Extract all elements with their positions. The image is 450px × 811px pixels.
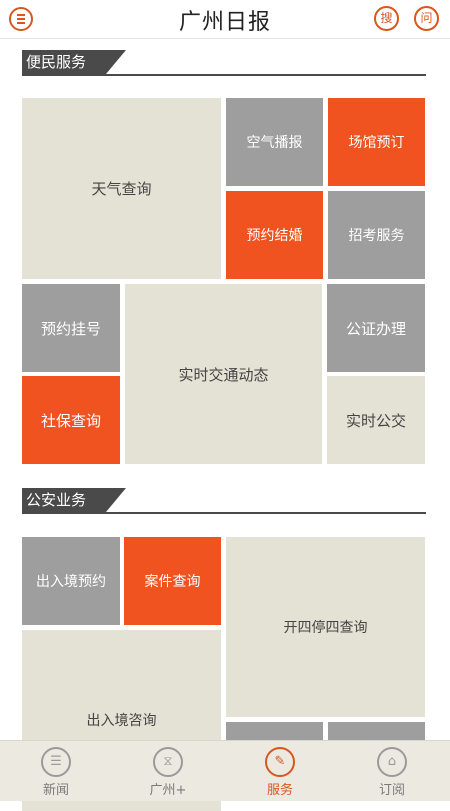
- tile-weather-query[interactable]: 天气查询: [22, 98, 221, 279]
- tile-realtime-bus[interactable]: 实时公交: [327, 376, 425, 464]
- tile-notary[interactable]: 公证办理: [327, 284, 425, 372]
- tile-venue-booking[interactable]: 场馆预订: [328, 98, 425, 186]
- section-title: 便民服务: [26, 53, 87, 71]
- news-icon: ☰: [41, 747, 71, 777]
- tile-marriage-booking[interactable]: 预约结婚: [226, 191, 323, 279]
- search-button[interactable]: 搜: [374, 6, 399, 31]
- nav-label: 新闻: [42, 783, 69, 798]
- service-icon: ✎: [265, 747, 295, 777]
- nav-item-subscribe[interactable]: ⌂ 订阅: [336, 741, 448, 801]
- nav-label: 服务: [266, 783, 293, 798]
- bottom-nav: ☰ 新闻 ⧖ 广州+ ✎ 服务 ⌂ 订阅: [0, 740, 450, 801]
- top-header: 广州日报 搜 问: [0, 0, 450, 39]
- tile-traffic-status[interactable]: 实时交通动态: [125, 284, 322, 464]
- nav-item-news[interactable]: ☰ 新闻: [0, 741, 112, 801]
- tile-kaisi-tingsi-query[interactable]: 开四停四查询: [226, 537, 425, 717]
- divider: [22, 74, 426, 76]
- ask-button[interactable]: 问: [414, 6, 439, 31]
- guangzhou-plus-icon: ⧖: [153, 747, 183, 777]
- section-title: 公安业务: [26, 491, 87, 509]
- tile-hospital-registration[interactable]: 预约挂号: [22, 284, 120, 372]
- tile-social-security[interactable]: 社保查询: [22, 376, 120, 464]
- section-heading-convenience: 便民服务: [22, 50, 426, 76]
- tile-case-query[interactable]: 案件查询: [124, 537, 221, 625]
- nav-label: 广州+: [149, 783, 187, 798]
- nav-label: 订阅: [378, 783, 405, 798]
- tile-exam-service[interactable]: 招考服务: [328, 191, 425, 279]
- tile-exit-entry-booking[interactable]: 出入境预约: [22, 537, 120, 625]
- subscribe-icon: ⌂: [377, 747, 407, 777]
- nav-item-service[interactable]: ✎ 服务: [224, 741, 336, 801]
- section-heading-police: 公安业务: [22, 488, 426, 514]
- tile-air-report[interactable]: 空气播报: [226, 98, 323, 186]
- divider: [22, 512, 426, 514]
- nav-item-guangzhou-plus[interactable]: ⧖ 广州+: [112, 741, 224, 801]
